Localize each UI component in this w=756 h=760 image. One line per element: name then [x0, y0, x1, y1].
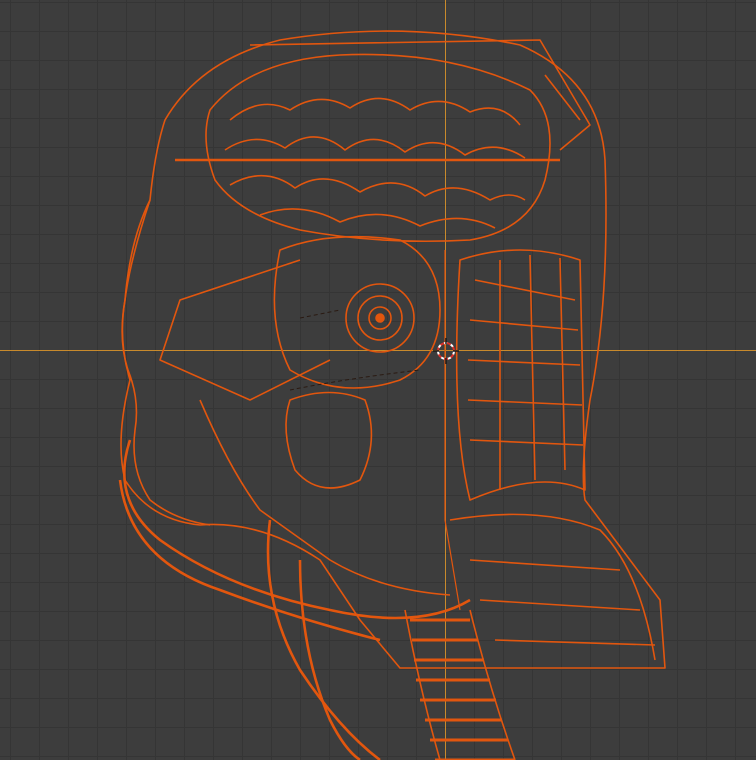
- 3d-viewport[interactable]: [0, 0, 756, 760]
- neck-tube: [404, 609, 516, 760]
- 3d-cursor-icon[interactable]: [433, 338, 459, 364]
- eye-socket: [273, 235, 441, 389]
- cable: [298, 559, 361, 760]
- robot-head-wireframe[interactable]: [0, 0, 756, 760]
- cable: [118, 479, 381, 642]
